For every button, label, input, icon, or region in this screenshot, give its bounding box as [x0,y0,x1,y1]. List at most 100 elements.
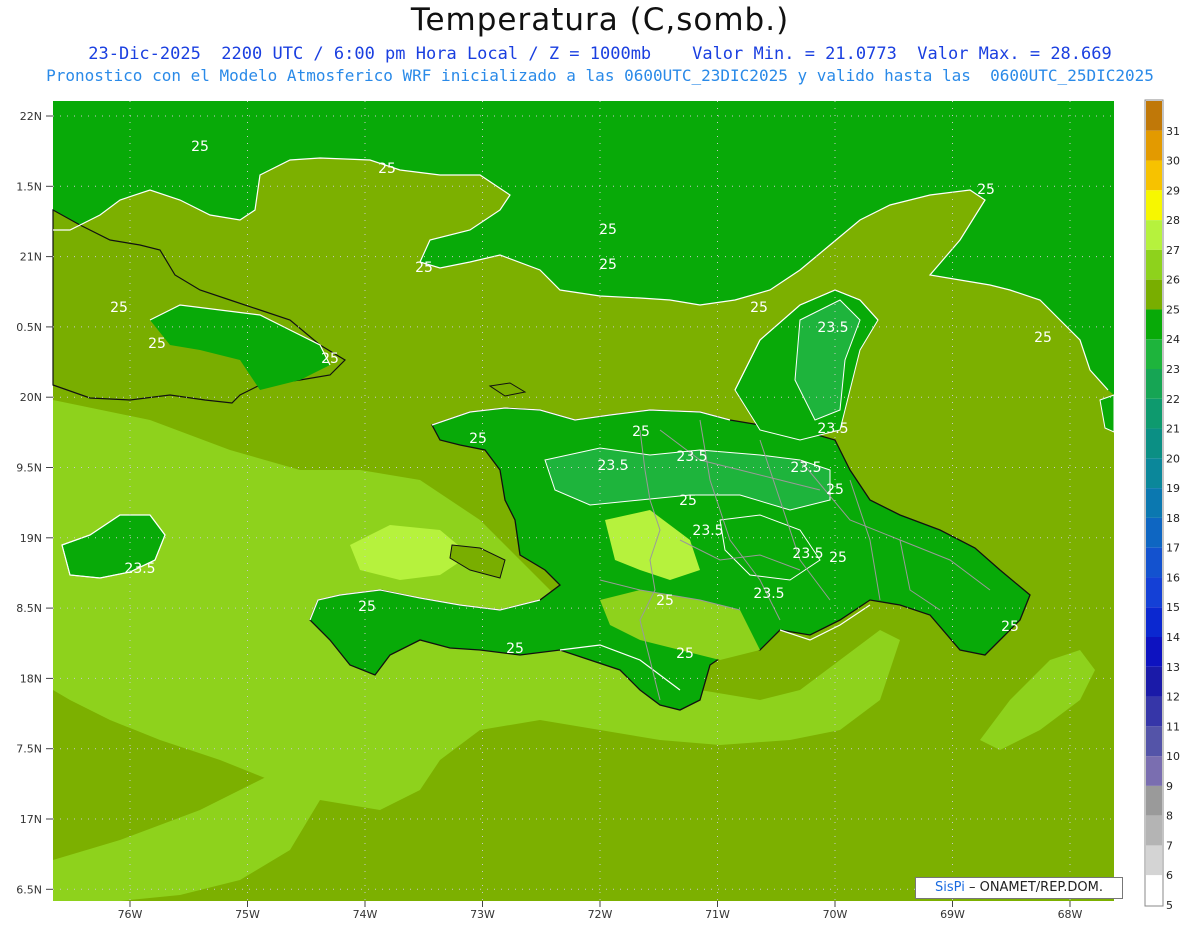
legend-swatch [1146,309,1162,340]
contour-label: 23.5 [692,523,723,539]
lon-label: 73W [470,908,495,921]
legend-label: 17 [1166,542,1180,555]
contour-label: 25 [829,550,847,566]
legend-swatch [1146,785,1162,816]
lon-label: 74W [353,908,378,921]
contour-label: 25 [632,424,650,440]
legend-swatch [1146,756,1162,786]
latitude-axis: 22N 1.5N 21N 0.5N 20N 9.5N 19N 8.5N 18N 7.5N 17N 6.… [16,110,53,896]
lat-label: 22N [20,110,42,123]
legend-label: 14 [1166,631,1180,644]
legend-swatch [1146,488,1162,518]
contour-label: 25 [110,300,128,316]
legend-swatch [1146,726,1162,757]
legend-label: 8 [1166,810,1173,823]
lat-label: 8.5N [16,602,42,615]
contour-label: 23.5 [817,421,848,437]
legend-swatch [1146,666,1162,697]
contour-label: 25 [750,300,768,316]
contour-label: 25 [1034,330,1052,346]
contour-label: 25 [321,351,339,367]
lat-label: 7.5N [16,743,42,756]
contour-label: 23.5 [124,561,155,577]
contour-label: 25 [378,161,396,177]
legend-swatch [1146,101,1162,131]
legend-swatch [1146,130,1162,161]
contour-label: 25 [191,139,209,155]
lat-label: 20N [20,391,42,404]
contour-label: 25 [599,222,617,238]
credit-brand: SisPi [935,880,965,895]
credit-label: SisPi – ONAMET/REP.DOM. [915,877,1123,899]
contour-label: 25 [415,260,433,276]
legend-swatch [1146,428,1162,459]
legend-label: 15 [1166,601,1180,614]
legend-label: 13 [1166,661,1180,674]
lat-label: 0.5N [16,321,42,334]
lon-label: 72W [588,908,613,921]
contour-label: 25 [358,599,376,615]
legend-swatch [1146,220,1162,250]
contour-label: 23.5 [792,546,823,562]
legend-swatch [1146,607,1162,637]
longitude-axis: 76W 75W 74W 73W 72W 71W 70W 69W 68W [118,901,1083,921]
legend-swatch [1146,279,1162,310]
lat-label: 17N [20,813,42,826]
contour-label: 25 [599,257,617,273]
contour-label: 25 [1001,619,1019,635]
legend-label: 6 [1166,869,1173,882]
credit-text: – ONAMET/REP.DOM. [968,880,1103,895]
legend-swatch [1146,458,1162,489]
legend-swatch [1146,547,1162,578]
legend-swatch [1146,815,1162,846]
legend-swatch [1146,249,1162,280]
contour-label: 25 [506,641,524,657]
lon-label: 76W [118,908,143,921]
legend-swatch [1146,398,1162,429]
contour-label: 25 [977,182,995,198]
lon-label: 75W [235,908,260,921]
legend-swatch [1146,517,1162,548]
lat-label: 9.5N [16,462,42,475]
legend-label: 10 [1166,750,1180,763]
lat-label: 1.5N [16,180,42,193]
legend-label: 12 [1166,691,1180,704]
legend-label: 29 [1166,184,1180,197]
legend-swatch [1146,696,1162,727]
legend-label: 23 [1166,363,1180,376]
lon-label: 69W [940,908,965,921]
legend-swatch [1146,160,1162,191]
legend-label: 19 [1166,482,1180,495]
legend-label: 16 [1166,571,1180,584]
legend-swatch [1146,845,1162,876]
legend-swatch [1146,577,1162,608]
legend-label: 30 [1166,155,1180,168]
contour-label: 23.5 [597,458,628,474]
legend-label: 11 [1166,720,1180,733]
legend-label: 31 [1166,125,1180,138]
contour-label: 25 [148,336,166,352]
contour-label: 25 [679,493,697,509]
lat-label: 19N [20,532,42,545]
lon-label: 70W [823,908,848,921]
legend-swatch [1146,339,1162,369]
legend-label: 28 [1166,214,1180,227]
legend-label: 18 [1166,512,1180,525]
legend-label: 22 [1166,393,1180,406]
legend-label: 7 [1166,839,1173,852]
contour-label: 23.5 [817,320,848,336]
legend-swatch [1146,875,1162,905]
color-legend: 31 30 29 28 27 26 25 24 23 22 21 20 19 18 17 16 15 14 13 12… [1144,99,1180,912]
legend-label: 20 [1166,452,1180,465]
contour-label: 25 [656,593,674,609]
contour-label: 23.5 [753,586,784,602]
lat-label: 6.5N [16,883,42,896]
contour-label: 23.5 [790,460,821,476]
legend-label: 24 [1166,333,1180,346]
contour-label: 25 [676,646,694,662]
legend-label: 27 [1166,244,1180,257]
legend-label: 26 [1166,274,1180,287]
lat-label: 18N [20,672,42,685]
lat-label: 21N [20,251,42,264]
contour-label: 25 [469,431,487,447]
